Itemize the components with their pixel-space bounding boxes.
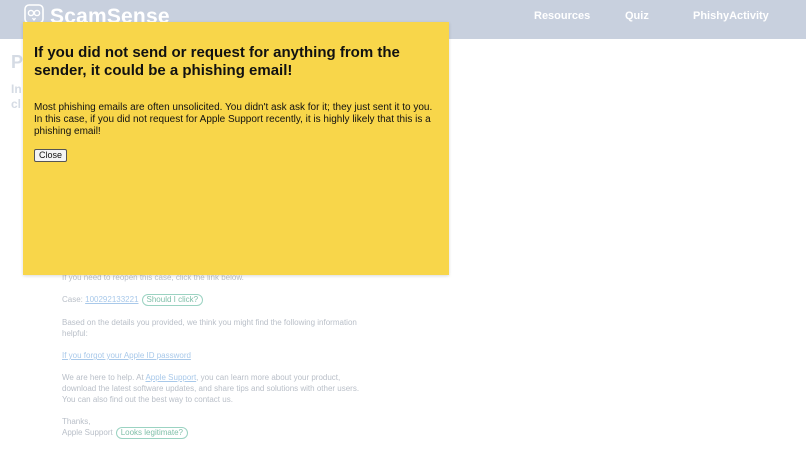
help-prefix: We are here to help. At — [62, 373, 146, 382]
close-button[interactable]: Close — [34, 149, 68, 162]
looks-legitimate-hint-button[interactable]: Looks legitimate? — [115, 427, 188, 439]
owl-logo-icon[interactable] — [24, 4, 44, 24]
forgot-password-link[interactable]: If you forgot your Apple ID password — [62, 351, 191, 360]
email-signature-line: Apple Support Looks legitimate? — [62, 427, 362, 439]
email-case-line: Case: 100292133221 Should I click? — [62, 294, 362, 306]
email-help-text: We are here to help. At Apple Support, y… — [62, 372, 362, 405]
sample-email-body: If you need to reopen this case, click t… — [62, 272, 362, 439]
email-signature: Apple Support — [62, 428, 113, 437]
modal-text: Most phishing emails are often unsolicit… — [34, 102, 433, 137]
should-i-click-hint-button[interactable]: Should I click? — [141, 294, 204, 306]
apple-support-link[interactable]: Apple Support — [145, 373, 196, 382]
page-title: P — [11, 52, 24, 72]
nav-link-phishy-activity[interactable]: PhishyActivity — [693, 10, 769, 22]
nav-link-quiz[interactable]: Quiz — [625, 10, 649, 22]
email-thanks: Thanks, — [62, 417, 91, 426]
nav-link-resources[interactable]: Resources — [534, 10, 590, 22]
email-details-text: Based on the details you provided, we th… — [62, 318, 357, 338]
case-label: Case: — [62, 295, 86, 304]
modal-title: If you did not send or request for anyth… — [34, 44, 400, 79]
phishing-tip-modal: If you did not send or request for anyth… — [23, 22, 449, 275]
case-number-link[interactable]: 100292133221 — [85, 295, 138, 304]
